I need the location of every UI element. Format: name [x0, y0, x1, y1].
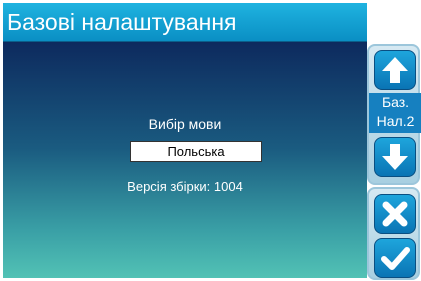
arrow-up-icon — [382, 57, 408, 83]
cancel-button[interactable] — [374, 194, 416, 234]
screen: Базові налаштування Вибір мови Польська … — [0, 0, 421, 281]
navigation-group: Баз. Нал.2 — [367, 44, 421, 185]
language-label: Вибір мови — [148, 116, 222, 132]
build-version-text: Версія збірки: 1004 — [127, 179, 243, 194]
close-icon — [382, 201, 408, 227]
page-indicator: Баз. Нал.2 — [369, 93, 421, 133]
page-label-line2: Нал.2 — [376, 113, 415, 129]
action-group — [367, 187, 420, 280]
confirm-button[interactable] — [374, 238, 416, 278]
title-bar: Базові налаштування — [3, 3, 367, 42]
arrow-down-icon — [382, 144, 408, 170]
check-icon — [381, 247, 410, 270]
language-select[interactable]: Польська — [130, 141, 262, 162]
page-label-line1: Баз. — [381, 94, 410, 110]
page-title: Базові налаштування — [7, 9, 237, 35]
settings-panel: Вибір мови Польська Версія збірки: 1004 — [3, 42, 367, 278]
side-panel: Баз. Нал.2 — [367, 44, 421, 280]
page-up-button[interactable] — [374, 50, 416, 90]
page-down-button[interactable] — [374, 137, 416, 177]
